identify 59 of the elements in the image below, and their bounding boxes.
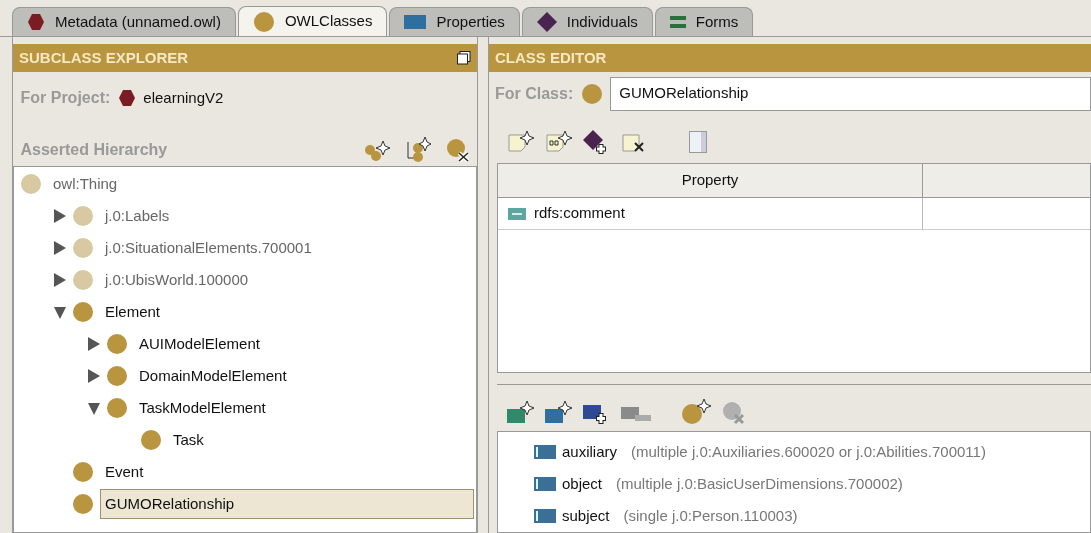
project-name: elearningV2 bbox=[143, 87, 224, 108]
tree-item[interactable]: Element bbox=[100, 296, 166, 328]
new-document-icon[interactable] bbox=[545, 131, 573, 154]
expand-arrow-icon[interactable] bbox=[54, 273, 66, 287]
property-icon bbox=[534, 445, 556, 459]
new-property-icon[interactable] bbox=[507, 401, 535, 424]
window-icon[interactable] bbox=[457, 51, 471, 65]
table-cell-text: rdfs:comment bbox=[534, 203, 625, 224]
tree-item[interactable]: TaskModelElement bbox=[134, 392, 271, 424]
tree-item[interactable]: j.0:SituationalElements.700001 bbox=[100, 232, 317, 264]
panel-title: SUBCLASS EXPLORER bbox=[19, 47, 189, 68]
property-icon bbox=[534, 477, 556, 491]
hexagon-icon bbox=[27, 13, 45, 31]
expand-arrow-icon[interactable] bbox=[54, 209, 66, 223]
tab[interactable]: OWLClasses bbox=[237, 6, 388, 36]
new-document-icon[interactable] bbox=[507, 131, 535, 154]
bars-icon bbox=[669, 15, 686, 29]
collapse-arrow-icon[interactable] bbox=[54, 305, 66, 319]
section-title: Asserted Hierarchy bbox=[20, 140, 168, 160]
tab[interactable]: Metadata (unnamed.owl) bbox=[12, 7, 236, 36]
circle-icon bbox=[252, 10, 275, 33]
tab[interactable]: Individuals bbox=[521, 7, 653, 36]
tree-item[interactable]: Task bbox=[168, 424, 209, 456]
circle-icon bbox=[580, 82, 603, 105]
property-range: (single j.0:Person.110003) bbox=[623, 505, 798, 526]
panel-title: CLASS EDITOR bbox=[495, 47, 607, 68]
expand-arrow-icon[interactable] bbox=[88, 337, 100, 351]
property-range: (multiple j.0:BasicUserDimensions.700002) bbox=[616, 473, 903, 494]
tree-item[interactable]: Event bbox=[100, 456, 149, 488]
field-label: For Class: bbox=[495, 83, 574, 104]
tree-item[interactable]: DomainModelElement bbox=[134, 360, 292, 392]
tree-item[interactable]: j.0:UbisWorld.100000 bbox=[100, 264, 254, 296]
diamond-icon bbox=[536, 12, 557, 32]
tree-item[interactable]: owl:Thing bbox=[48, 168, 123, 200]
delete-class-icon[interactable] bbox=[445, 138, 470, 162]
column-header: Property bbox=[498, 164, 923, 199]
property-range: (multiple j.0:Auxiliaries.600020 or j.0:Abilities.700011) bbox=[631, 441, 986, 462]
property-icon bbox=[508, 207, 526, 220]
add-sibling-icon[interactable] bbox=[404, 136, 431, 162]
tab[interactable]: Forms bbox=[654, 7, 754, 36]
restriction-icon[interactable] bbox=[681, 399, 711, 426]
new-property-icon[interactable] bbox=[545, 401, 573, 424]
property-name[interactable]: auxiliary bbox=[562, 440, 618, 464]
panel-layout-icon[interactable] bbox=[689, 131, 707, 154]
collapse-arrow-icon[interactable] bbox=[88, 401, 100, 415]
expand-arrow-icon[interactable] bbox=[88, 369, 100, 383]
property-icon bbox=[534, 509, 556, 523]
tree-item[interactable]: AUIModelElement bbox=[134, 328, 265, 360]
expand-arrow-icon[interactable] bbox=[54, 241, 66, 255]
hexagon-icon bbox=[117, 89, 136, 107]
tree-item[interactable]: GUMORelationship bbox=[100, 488, 474, 520]
class-name-field[interactable]: GUMORelationship bbox=[610, 76, 1091, 111]
property-name[interactable]: subject bbox=[562, 504, 610, 528]
field-label: For Project: bbox=[20, 88, 111, 108]
add-subclass-icon[interactable] bbox=[363, 140, 390, 162]
property-name[interactable]: object bbox=[562, 472, 603, 496]
rectangle-icon bbox=[404, 15, 427, 29]
tree-item[interactable]: j.0:Labels bbox=[100, 200, 175, 232]
tab[interactable]: Properties bbox=[389, 7, 520, 36]
